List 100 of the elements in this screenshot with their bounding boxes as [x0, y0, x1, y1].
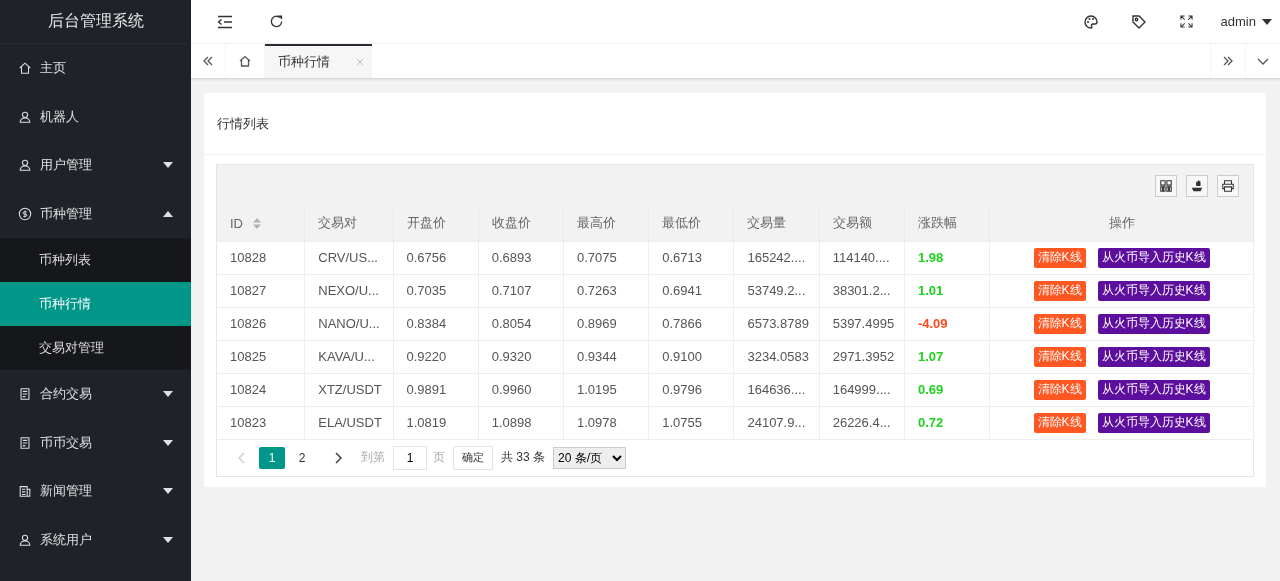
table-cell: 10824	[216, 373, 305, 406]
table-cell: 0.9100	[648, 340, 734, 373]
change-cell: 0.72	[904, 406, 990, 439]
table-cell: NANO/U...	[304, 307, 393, 340]
user-icon	[18, 532, 32, 547]
table-cell: 10825	[216, 340, 305, 373]
table-cell: 0.9891	[393, 373, 479, 406]
print-icon[interactable]	[1217, 174, 1239, 197]
table-cell: 0.8054	[478, 307, 564, 340]
table-cell: 114140....	[819, 241, 905, 274]
change-cell: 1.01	[904, 274, 990, 307]
table-cell: 164636....	[733, 373, 820, 406]
sidebar-item[interactable]: 主页	[0, 44, 191, 93]
page-tab[interactable]: 币种行情	[265, 44, 372, 78]
sidebar-item[interactable]: 用户管理	[0, 141, 191, 190]
table-cell: 10826	[216, 307, 305, 340]
import-kline-button[interactable]: 从火币导入历史K线	[1097, 379, 1210, 400]
change-cell: 1.07	[904, 340, 990, 373]
table-cell: 0.6756	[393, 241, 479, 274]
table-cell: 0.7263	[563, 274, 649, 307]
table-cell: 0.9320	[478, 340, 564, 373]
table-cell: 0.9960	[478, 373, 564, 406]
column-header: 开盘价	[393, 206, 479, 241]
caret-icon	[163, 439, 173, 446]
column-header: 交易对	[304, 206, 393, 241]
sidebar-item[interactable]: 新闻管理	[0, 467, 191, 516]
page-button[interactable]: 2	[289, 446, 315, 469]
table-cell: 1.0195	[563, 373, 649, 406]
goto-label: 到第	[361, 449, 385, 466]
table-cell: 165242....	[733, 241, 820, 274]
import-kline-button[interactable]: 从火币导入历史K线	[1097, 280, 1210, 301]
table-cell: 53749.2...	[733, 274, 820, 307]
user-icon	[18, 158, 32, 173]
table-cell: ELA/USDT	[304, 406, 393, 439]
column-header: 操作	[989, 206, 1254, 241]
page-input[interactable]: 1	[393, 445, 427, 470]
page-size-select[interactable]: 20 条/页	[553, 446, 626, 469]
doc-icon	[18, 387, 32, 402]
column-header: 交易量	[733, 206, 820, 241]
table-cell: 0.8384	[393, 307, 479, 340]
sidebar-item[interactable]: 币币交易	[0, 418, 191, 467]
home-icon	[18, 61, 32, 76]
sidebar-item[interactable]: 系统用户	[0, 515, 191, 564]
caret-icon	[163, 536, 173, 543]
table-cell: 1.0978	[563, 406, 649, 439]
sidebar-item[interactable]: 合约交易	[0, 370, 191, 419]
table-cell: 0.7035	[393, 274, 479, 307]
table-cell: 0.9220	[393, 340, 479, 373]
page-unit-label: 页	[433, 449, 445, 466]
caret-icon	[163, 488, 173, 495]
table-cell: 1.0819	[393, 406, 479, 439]
sidebar-subitem[interactable]: 币种行情	[0, 282, 191, 326]
user-icon	[18, 109, 32, 124]
table-cell: 38301.2...	[819, 274, 905, 307]
table-cell: 164999....	[819, 373, 905, 406]
sidebar-subitem[interactable]: 交易对管理	[0, 326, 191, 370]
table-cell: 0.8969	[563, 307, 649, 340]
table-cell: 0.6893	[478, 241, 564, 274]
table-cell: 0.7075	[563, 241, 649, 274]
sidebar-item[interactable]: 机器人	[0, 92, 191, 141]
table-cell: 0.9796	[648, 373, 734, 406]
import-kline-button[interactable]: 从火币导入历史K线	[1097, 412, 1210, 433]
doc-icon	[18, 435, 32, 450]
total-count: 共 33 条	[501, 449, 545, 466]
table-cell: CRV/US...	[304, 241, 393, 274]
sidebar-item[interactable]: 币种管理	[0, 189, 191, 238]
import-kline-button[interactable]: 从火币导入历史K线	[1097, 346, 1210, 367]
import-kline-button[interactable]: 从火币导入历史K线	[1097, 313, 1210, 334]
page-button[interactable]: 1	[259, 446, 285, 469]
card-title: 行情列表	[217, 114, 269, 133]
table-cell: 1.0755	[648, 406, 734, 439]
caret-icon	[1262, 18, 1272, 25]
table-cell: NEXO/U...	[304, 274, 393, 307]
column-header: 交易额	[819, 206, 905, 241]
caret-icon	[163, 391, 173, 398]
user-menu[interactable]: admin	[1210, 14, 1272, 29]
column-header: 最低价	[648, 206, 734, 241]
column-header: 收盘价	[478, 206, 564, 241]
table-cell: 0.7107	[478, 274, 564, 307]
table-cell: KAVA/U...	[304, 340, 393, 373]
sidebar-subitem[interactable]: 币种列表	[0, 238, 191, 282]
change-cell: -4.09	[904, 307, 990, 340]
table-cell: 6573.8789	[733, 307, 820, 340]
table-cell: 2971.3952	[819, 340, 905, 373]
table-cell: 10827	[216, 274, 305, 307]
export-icon[interactable]	[1186, 174, 1208, 197]
table-cell: 5397.4995	[819, 307, 905, 340]
table-cell: XTZ/USDT	[304, 373, 393, 406]
confirm-button[interactable]: 确定	[453, 445, 493, 470]
table-cell: 10828	[216, 241, 305, 274]
columns-icon[interactable]	[1155, 174, 1177, 197]
column-header: 涨跌幅	[904, 206, 990, 241]
import-kline-button[interactable]: 从火币导入历史K线	[1097, 247, 1210, 268]
change-cell: 0.69	[904, 373, 990, 406]
table-cell: 3234.0583	[733, 340, 820, 373]
table-cell: 0.6713	[648, 241, 734, 274]
column-header: 最高价	[563, 206, 649, 241]
table-cell: 24107.9...	[733, 406, 820, 439]
table-cell: 10823	[216, 406, 305, 439]
column-header[interactable]: ID	[216, 206, 305, 241]
